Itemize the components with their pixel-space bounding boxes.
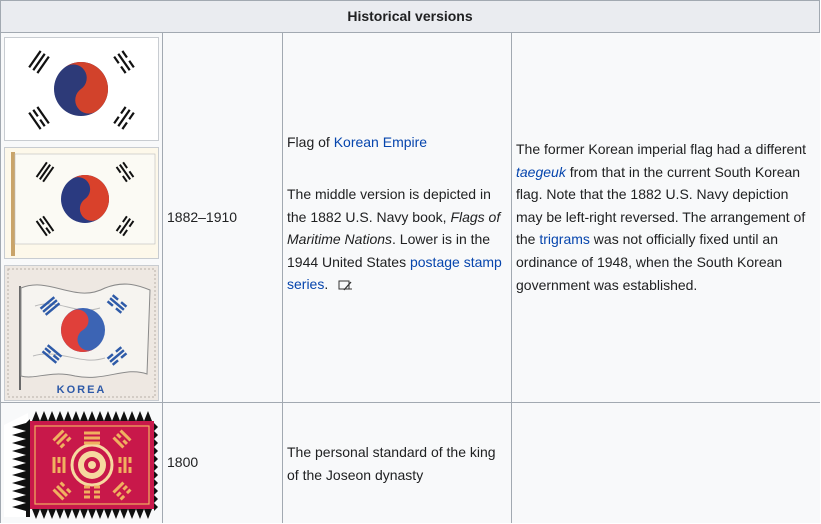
description-text: Flag of Korean Empire [287,134,428,150]
years-cell-2: 1800 [163,403,283,523]
taegeuk-link[interactable]: taegeuk [516,164,566,180]
postage-stamp-1944-image[interactable]: KOREA [4,265,159,401]
years-text: 1882–1910 [167,209,238,225]
description-paragraph: The middle version is depicted in the 18… [287,186,502,293]
royal-standard-cell [1,403,163,523]
edit-external-icon[interactable] [338,280,353,291]
notes-cell: The former Korean imperial flag had a di… [512,33,820,403]
korean-empire-link[interactable]: Korean Empire [334,134,427,150]
us-navy-1882-flag-image[interactable] [4,147,159,259]
description-cell-2: The personal standard of the king of the… [283,403,512,523]
description-text-2: The personal standard of the king of the… [287,444,496,483]
notes-cell-2 [512,403,820,523]
flag-images-cell: KOREA [1,33,163,403]
stamp-label: KOREA [56,384,107,396]
table-caption: Historical versions [1,1,819,33]
years-text-2: 1800 [167,454,199,470]
notes-text: The former Korean imperial flag had a di… [516,141,807,293]
historical-versions-table: Historical versions KOREA 1882–1910 Flag… [0,0,820,523]
korean-empire-flag-image[interactable] [4,37,159,141]
description-cell: Flag of Korean Empire The middle version… [283,33,512,403]
trigrams-link[interactable]: trigrams [539,231,590,247]
years-cell: 1882–1910 [163,33,283,403]
royal-standard-image[interactable] [4,409,159,521]
